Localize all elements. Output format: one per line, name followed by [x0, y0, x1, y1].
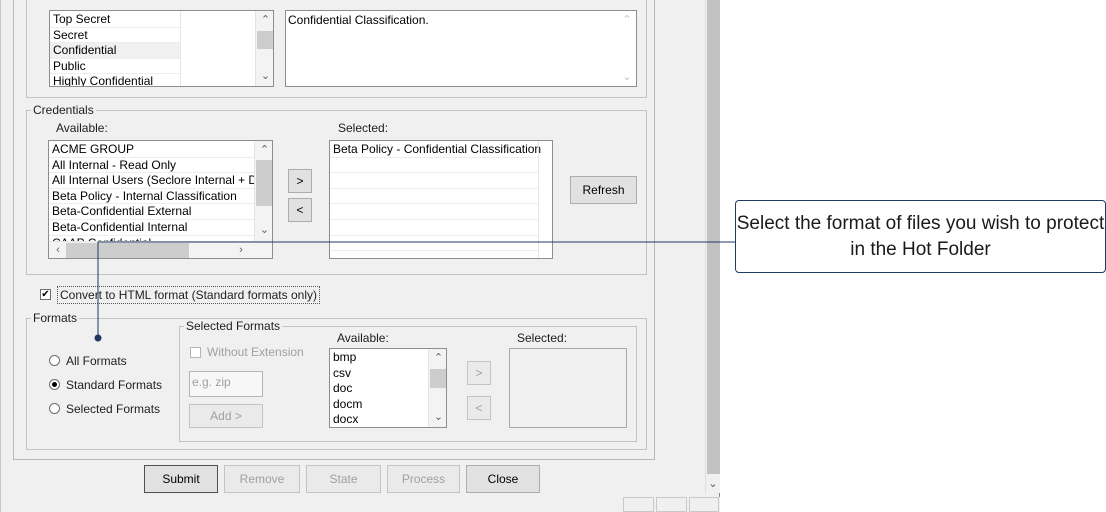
callout-text: Select the format of files you wish to p…: [736, 213, 1105, 260]
callout-box: Select the format of files you wish to p…: [735, 200, 1106, 273]
